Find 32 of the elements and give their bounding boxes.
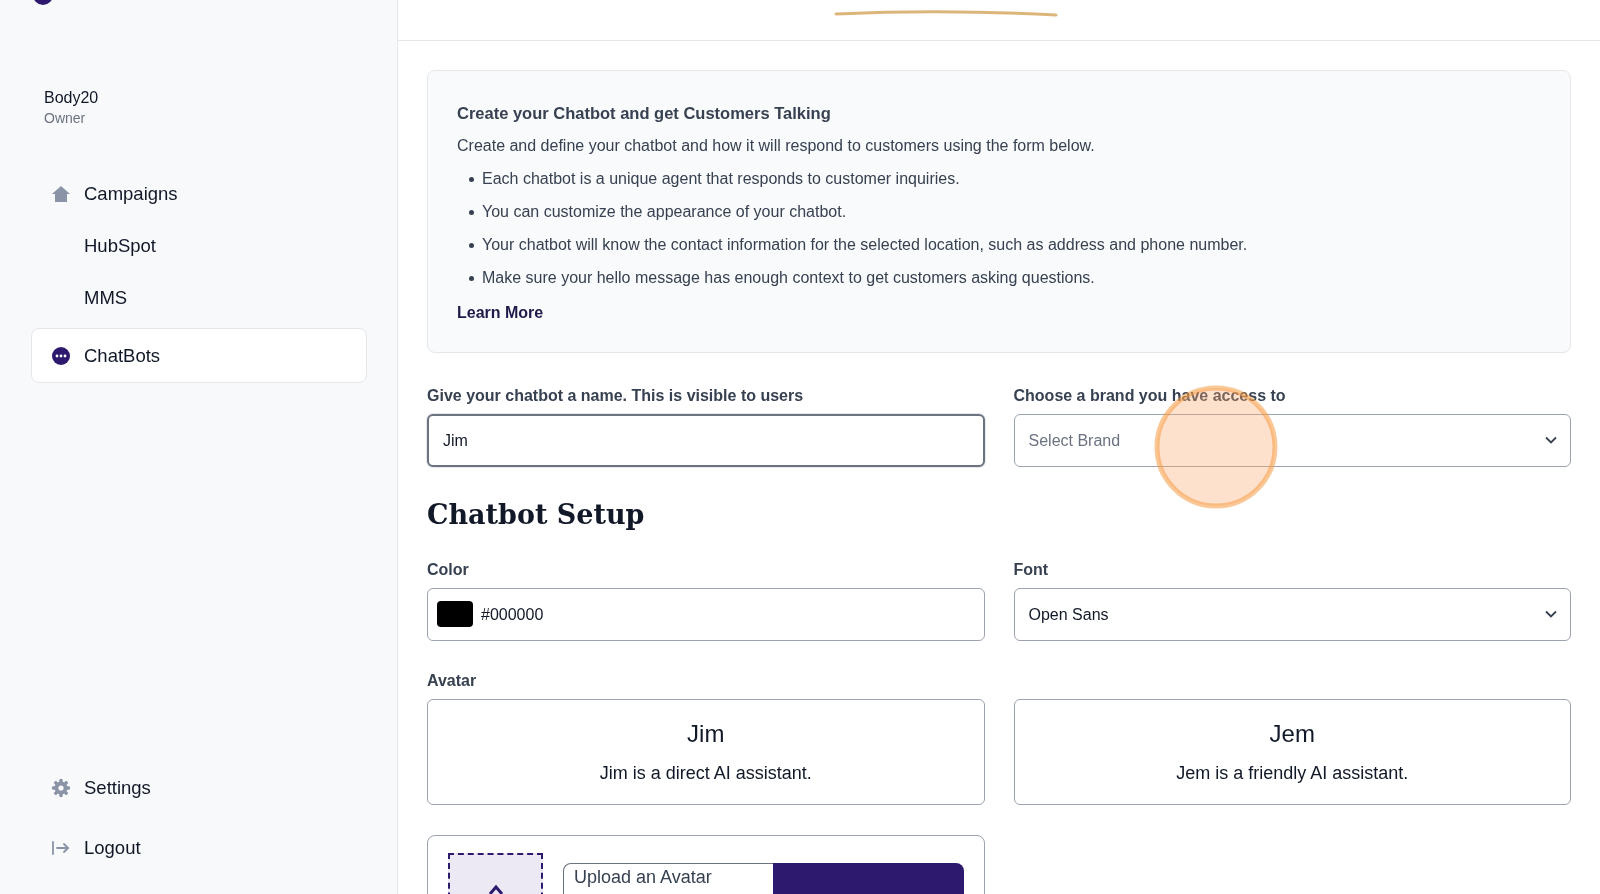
color-field[interactable]: #000000 <box>427 588 985 641</box>
sidebar-item[interactable]: ChatBots <box>31 328 367 383</box>
info-text: Create and define your chatbot and how it will respond to customers using the form below. <box>457 136 1096 156</box>
avatar-name: Jem <box>1269 720 1315 748</box>
user-name: Body20 <box>44 88 100 108</box>
info-bullet: Each chatbot is a unique agent that responds to customer inquiries. <box>482 169 960 189</box>
font-select[interactable]: Open Sans <box>1013 588 1571 641</box>
info-title: Create your Chatbot and get Customers Talking <box>457 103 832 124</box>
user-role: Owner <box>44 110 87 126</box>
brand-select[interactable]: Select Brand <box>1013 414 1571 467</box>
upload-field[interactable]: Upload an Avatar <box>563 863 773 894</box>
avatar-description: Jem is a friendly AI assistant. <box>1176 762 1409 784</box>
section-title: Chatbot Setup <box>427 499 645 530</box>
learn-more-link[interactable]: Learn More <box>457 304 544 322</box>
sidebar-item[interactable]: Campaigns <box>31 168 367 220</box>
name-field[interactable]: Jim <box>427 414 985 467</box>
avatar-description: Jim is a direct AI assistant. <box>599 762 812 784</box>
avatar-option[interactable]: Jim Jim is a direct AI assistant. <box>427 699 985 805</box>
info-bullet: Make sure your hello message has enough context to get customers asking questions. <box>482 268 1095 288</box>
sidebar-item[interactable]: Logout <box>31 825 367 871</box>
field-label: Avatar <box>427 671 478 691</box>
info-bullet: You can customize the appearance of your chatbot. <box>482 202 847 222</box>
sidebar-item[interactable]: Settings <box>31 765 367 811</box>
avatar-name: Jim <box>687 720 725 748</box>
avatar-option[interactable]: Jem Jem is a friendly AI assistant. <box>1013 699 1571 805</box>
field-label: Choose a brand you have access to <box>1013 386 1287 406</box>
sidebar-item[interactable]: HubSpot <box>31 220 367 272</box>
field-label: Font <box>1013 560 1050 580</box>
field-label: Give your chatbot a name. This is visible to users <box>427 386 805 406</box>
info-bullet: Your chatbot will know the contact information for the selected location, such as address and phone number. <box>482 235 1248 255</box>
field-label: Color <box>427 560 470 580</box>
sidebar-item[interactable]: MMS <box>31 272 367 324</box>
